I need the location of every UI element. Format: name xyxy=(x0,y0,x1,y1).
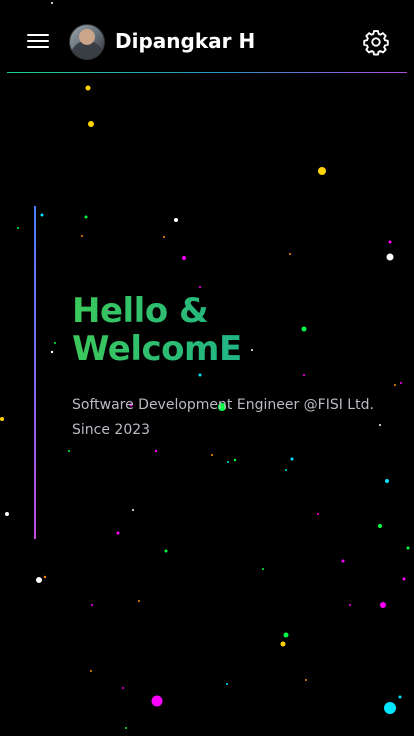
particle xyxy=(262,568,264,570)
particle xyxy=(85,85,91,91)
particle xyxy=(227,461,229,463)
particle xyxy=(289,253,291,255)
particle xyxy=(386,253,394,261)
particle xyxy=(402,577,406,581)
particle xyxy=(318,167,326,175)
particle xyxy=(182,256,186,260)
particle xyxy=(226,683,228,685)
particle xyxy=(388,240,392,244)
particle xyxy=(154,449,158,453)
particle xyxy=(164,549,168,553)
particle xyxy=(400,382,402,384)
particle xyxy=(406,546,410,550)
particle xyxy=(285,469,287,471)
menu-bar xyxy=(27,40,49,42)
particle xyxy=(199,286,201,288)
particle xyxy=(303,374,305,376)
particle xyxy=(0,417,4,421)
particle xyxy=(138,600,140,602)
particle xyxy=(341,559,345,563)
particle xyxy=(36,577,42,583)
particle xyxy=(394,384,396,386)
particle xyxy=(81,235,83,237)
hero-accent-line xyxy=(34,206,36,539)
particle xyxy=(283,632,289,638)
particle xyxy=(122,687,124,689)
particle xyxy=(378,524,382,528)
particle xyxy=(5,512,9,516)
hero-title-line-1: Hello & xyxy=(72,292,402,330)
header-divider xyxy=(7,72,407,73)
particle xyxy=(90,670,92,672)
particle xyxy=(50,350,54,354)
menu-bar xyxy=(27,34,49,36)
particle xyxy=(174,218,178,222)
particle xyxy=(68,450,70,452)
particle xyxy=(385,479,389,483)
particle xyxy=(91,604,93,606)
particle xyxy=(305,679,307,681)
top-navbar: Dipangkar H xyxy=(0,0,414,73)
particle xyxy=(151,695,163,707)
particle xyxy=(84,215,88,219)
hero-subtitle-line-2: Since 2023 xyxy=(72,422,151,438)
particle xyxy=(211,454,213,456)
particle xyxy=(290,457,294,461)
hero-subtitle: Software Development Engineer @FISI Ltd.… xyxy=(72,393,402,443)
particle xyxy=(116,531,120,535)
particle xyxy=(198,373,202,377)
hero-subtitle-line-1: Software Development Engineer @FISI Ltd. xyxy=(72,397,374,413)
particle xyxy=(233,458,237,462)
particle xyxy=(54,342,56,344)
profile-name[interactable]: Dipangkar H xyxy=(115,27,255,55)
menu-bar xyxy=(27,46,49,48)
hamburger-menu-icon[interactable] xyxy=(27,32,49,50)
particle xyxy=(384,702,396,714)
particle xyxy=(163,236,165,238)
hero-title-line-2: WelcomE xyxy=(72,330,402,368)
hero-title: Hello & WelcomE xyxy=(72,292,402,368)
particle xyxy=(40,213,44,217)
particle xyxy=(280,641,286,647)
particle xyxy=(125,727,127,729)
page: Dipangkar H Hello & WelcomE Software Dev… xyxy=(0,0,414,736)
gear-icon[interactable] xyxy=(362,28,390,56)
particle xyxy=(17,227,19,229)
particle xyxy=(43,575,47,579)
particle xyxy=(317,513,319,515)
particle xyxy=(398,695,402,699)
particle xyxy=(132,509,134,511)
avatar[interactable] xyxy=(69,24,105,60)
particle xyxy=(349,604,351,606)
particle xyxy=(380,602,386,608)
particle xyxy=(88,121,94,127)
